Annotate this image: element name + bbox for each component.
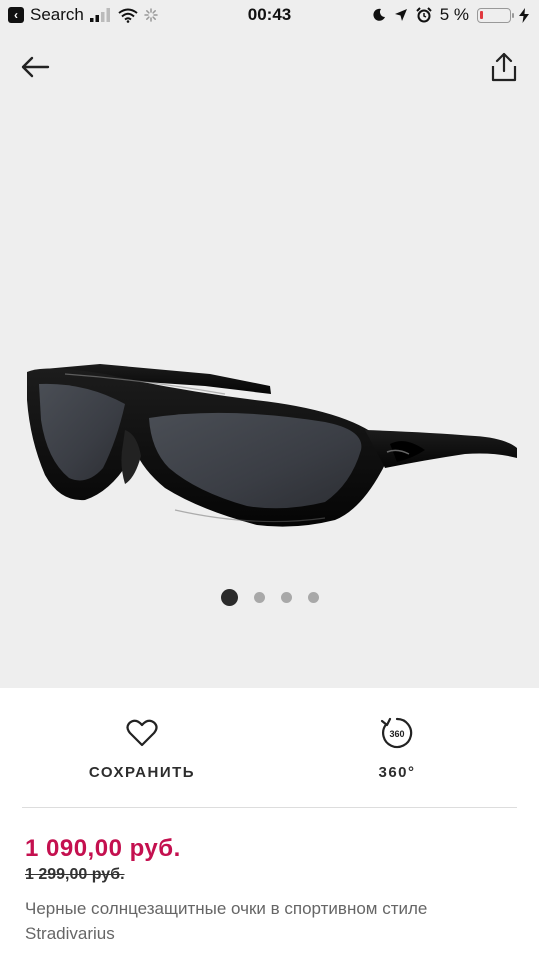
carousel-indicator — [0, 589, 539, 606]
carousel-dot-4[interactable] — [307, 592, 319, 603]
product-image-area[interactable]: ‹ Search 00:43 5 % — [0, 0, 539, 688]
view-360-label: 360° — [378, 764, 416, 781]
carousel-dot-1[interactable] — [220, 589, 238, 606]
arrow-left-icon — [21, 56, 50, 78]
location-icon — [394, 9, 407, 21]
old-price: 1 299,00 руб. — [25, 866, 125, 883]
battery-percent: 5 % — [439, 5, 469, 24]
charging-icon — [519, 7, 529, 23]
back-button[interactable] — [18, 50, 52, 84]
alarm-icon — [415, 7, 432, 23]
status-bar: ‹ Search 00:43 5 % — [0, 0, 539, 30]
save-button[interactable]: СОХРАНИТЬ — [62, 716, 222, 781]
share-icon — [491, 52, 517, 82]
sunglasses-image[interactable] — [25, 360, 520, 535]
battery-level — [480, 10, 483, 19]
moon-icon — [373, 8, 385, 21]
status-right: 5 % — [372, 5, 529, 25]
product-screen: ‹ Search 00:43 5 % СОХРАНИТЬ 360 360° 1 … — [0, 0, 539, 960]
rotate-360-badge: 360 — [389, 729, 404, 739]
save-label: СОХРАНИТЬ — [88, 764, 196, 781]
view-360-button[interactable]: 360 360° — [317, 716, 477, 781]
carousel-dot-2[interactable] — [253, 592, 265, 603]
share-button[interactable] — [487, 50, 521, 84]
battery-icon — [477, 7, 514, 23]
current-price: 1 090,00 руб. — [25, 835, 181, 862]
product-actions: СОХРАНИТЬ 360 360° — [22, 688, 517, 808]
carousel-dot-3[interactable] — [280, 592, 292, 603]
product-name: Черные солнцезащитные очки в спортивном … — [25, 899, 428, 943]
heart-icon — [62, 716, 222, 750]
rotate-360-icon: 360 — [317, 716, 477, 750]
